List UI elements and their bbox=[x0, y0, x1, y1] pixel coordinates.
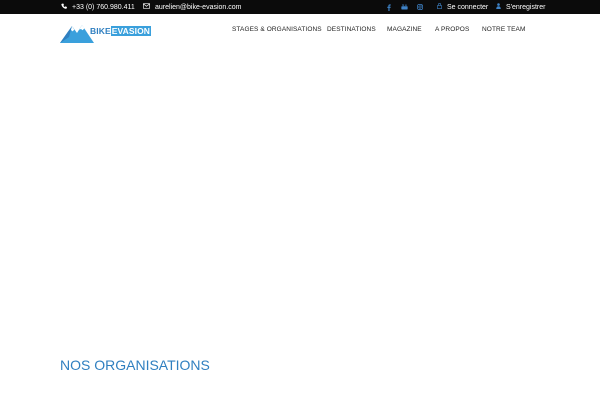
register-link[interactable]: S'enregistrer bbox=[496, 0, 545, 14]
logo-wordmark: BIKEEVASION bbox=[90, 26, 152, 36]
nav-item-destinations[interactable]: DESTINATIONS bbox=[327, 26, 376, 33]
user-icon bbox=[496, 3, 501, 11]
logo-word-evasion: EVASION bbox=[110, 26, 152, 36]
top-bar: +33 (0) 760.980.411 aurelien@bike-evasio… bbox=[0, 0, 600, 14]
envelope-icon bbox=[143, 3, 150, 11]
instagram-icon[interactable] bbox=[417, 0, 423, 14]
youtube-icon[interactable] bbox=[401, 0, 408, 14]
login-link[interactable]: Se connecter bbox=[437, 0, 488, 14]
nav-item-a-propos[interactable]: A PROPOS bbox=[435, 26, 469, 33]
phone-icon bbox=[61, 3, 67, 11]
register-label: S'enregistrer bbox=[506, 3, 546, 11]
main-header: BIKEEVASION STAGES & ORGANISATIONS DESTI… bbox=[0, 14, 600, 50]
login-label: Se connecter bbox=[447, 3, 489, 11]
section-title-organisations: NOS ORGANISATIONS bbox=[60, 357, 210, 373]
phone-contact[interactable]: +33 (0) 760.980.411 bbox=[61, 0, 135, 14]
nav-item-magazine[interactable]: MAGAZINE bbox=[387, 26, 422, 33]
nav-item-stages[interactable]: STAGES & ORGANISATIONS bbox=[232, 26, 322, 33]
site-logo[interactable]: BIKEEVASION bbox=[60, 23, 160, 47]
mountain-icon bbox=[60, 25, 94, 43]
lock-icon bbox=[437, 3, 442, 11]
facebook-icon[interactable] bbox=[387, 0, 391, 14]
nav-item-notre-team[interactable]: NOTRE TEAM bbox=[482, 26, 526, 33]
email-contact[interactable]: aurelien@bike-evasion.com bbox=[143, 0, 241, 14]
logo-word-bike: BIKE bbox=[90, 26, 111, 36]
phone-number: +33 (0) 760.980.411 bbox=[72, 3, 135, 11]
email-address: aurelien@bike-evasion.com bbox=[155, 3, 242, 11]
